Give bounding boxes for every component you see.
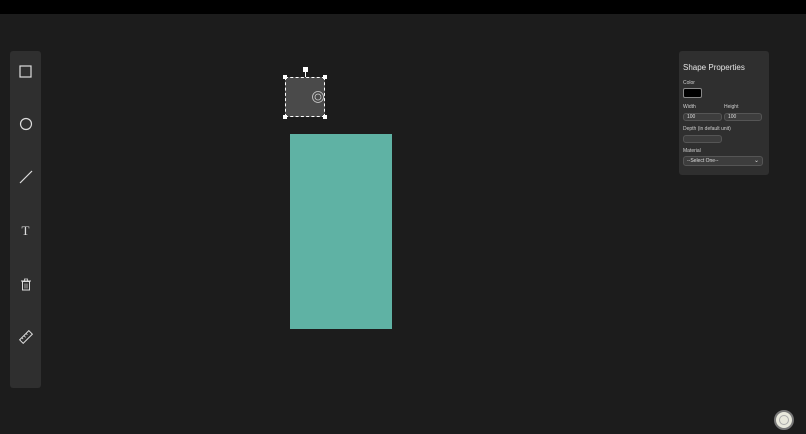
- material-selected-value: --Select One--: [687, 158, 719, 164]
- color-label: Color: [683, 80, 695, 86]
- line-tool-button[interactable]: [10, 162, 41, 192]
- depth-label: Depth (in default unit): [683, 126, 731, 132]
- resize-handle-bottom-right[interactable]: [323, 115, 327, 119]
- top-bar: [0, 0, 806, 14]
- rotate-handle[interactable]: [303, 67, 308, 72]
- delete-tool-button[interactable]: [10, 269, 41, 299]
- resize-handle-bottom-left[interactable]: [283, 115, 287, 119]
- material-select[interactable]: --Select One-- ⌄: [683, 156, 763, 166]
- width-input[interactable]: 100: [683, 113, 722, 121]
- tool-sidebar: T: [10, 51, 41, 388]
- line-icon: [19, 170, 32, 184]
- color-swatch[interactable]: [683, 88, 702, 98]
- help-button[interactable]: [774, 410, 794, 430]
- measure-tool-button[interactable]: [10, 322, 41, 352]
- text-tool-button[interactable]: T: [10, 216, 41, 246]
- rectangle-icon: [19, 64, 32, 78]
- panel-title: Shape Properties: [683, 63, 745, 72]
- material-label: Material: [683, 148, 701, 154]
- teal-rectangle-shape[interactable]: [290, 134, 392, 329]
- height-input[interactable]: 100: [724, 113, 762, 121]
- text-icon: T: [21, 223, 30, 238]
- rectangle-tool-button[interactable]: [10, 56, 41, 86]
- depth-input[interactable]: [683, 135, 722, 143]
- circle-icon: [19, 117, 32, 131]
- trash-icon: [20, 278, 31, 290]
- chevron-down-icon: ⌄: [753, 158, 759, 164]
- height-label: Height: [724, 104, 739, 110]
- circle-tool-button[interactable]: [10, 109, 41, 139]
- resize-handle-top-left[interactable]: [283, 75, 287, 79]
- ruler-icon: [18, 330, 33, 344]
- rotate-icon[interactable]: [311, 90, 325, 104]
- resize-handle-top-right[interactable]: [323, 75, 327, 79]
- width-label: Width: [683, 104, 696, 110]
